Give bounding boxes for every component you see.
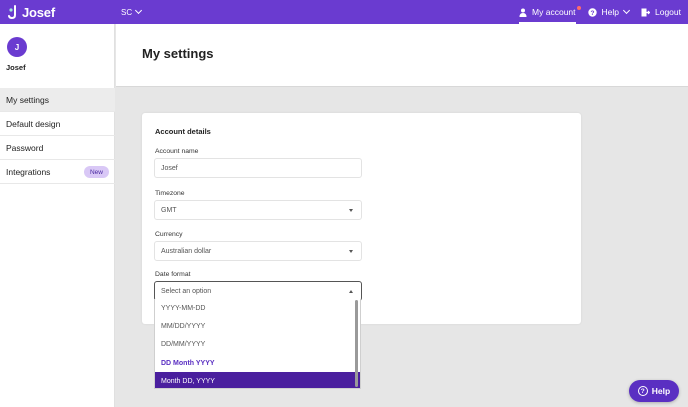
my-account-label: My account bbox=[532, 7, 576, 17]
date-format-option[interactable]: DD/MM/YYYY bbox=[155, 336, 360, 354]
chevron-down-icon bbox=[622, 6, 631, 15]
date-format-select[interactable]: Select an option bbox=[154, 281, 362, 301]
help-circle-icon: ? bbox=[587, 7, 597, 17]
timezone-label: Timezone bbox=[155, 190, 185, 197]
date-format-label: Date format bbox=[155, 271, 191, 278]
avatar[interactable]: J bbox=[7, 37, 27, 57]
caret-down-icon bbox=[349, 209, 353, 212]
settings-menu: My settings Default design Password Inte… bbox=[0, 88, 115, 184]
workspace-label: SC bbox=[121, 7, 133, 17]
sidebar-item-label: Password bbox=[6, 142, 44, 153]
chevron-down-icon bbox=[135, 6, 143, 15]
logo-icon bbox=[8, 4, 16, 19]
sidebar-item-integrations[interactable]: Integrations New bbox=[0, 160, 115, 184]
top-navigation-bar: Josef SC My account ? Help Logout bbox=[0, 0, 688, 24]
currency-value: Australian dollar bbox=[161, 247, 212, 255]
currency-select[interactable]: Australian dollar bbox=[154, 241, 362, 261]
logout-button[interactable]: Logout bbox=[641, 0, 681, 24]
help-button[interactable]: ? Help bbox=[629, 380, 679, 402]
dropdown-scrollbar[interactable] bbox=[355, 300, 358, 387]
logout-icon bbox=[641, 8, 650, 16]
sidebar-item-password[interactable]: Password bbox=[0, 136, 115, 160]
help-circle-icon: ? bbox=[637, 386, 648, 396]
timezone-value: GMT bbox=[161, 206, 177, 214]
logo-text: Josef bbox=[22, 4, 55, 20]
user-icon bbox=[519, 8, 527, 17]
user-name: Josef bbox=[6, 63, 26, 72]
svg-text:?: ? bbox=[590, 10, 594, 17]
sidebar: J Josef My settings Default design Passw… bbox=[0, 24, 115, 407]
card-title: Account details bbox=[155, 127, 211, 136]
date-format-option[interactable]: DD Month YYYY bbox=[155, 354, 360, 372]
sidebar-item-my-settings[interactable]: My settings bbox=[0, 88, 115, 112]
help-button-label: Help bbox=[651, 386, 671, 396]
account-name-label: Account name bbox=[155, 148, 199, 155]
new-badge: New bbox=[83, 166, 109, 178]
timezone-select[interactable]: GMT bbox=[154, 200, 362, 220]
date-format-placeholder: Select an option bbox=[161, 287, 212, 295]
sidebar-item-label: My settings bbox=[6, 94, 49, 105]
help-menu[interactable]: ? Help bbox=[587, 0, 631, 24]
my-account-menu[interactable]: My account bbox=[519, 0, 581, 24]
help-label: Help bbox=[601, 7, 619, 17]
notification-dot bbox=[576, 6, 581, 10]
date-format-options: YYYY-MM-DD MM/DD/YYYY DD/MM/YYYY DD Mont… bbox=[154, 299, 361, 389]
page-header: My settings bbox=[116, 24, 688, 87]
currency-label: Currency bbox=[155, 231, 183, 238]
date-format-option[interactable]: Month DD, YYYY bbox=[155, 372, 360, 388]
account-name-value: Josef bbox=[161, 164, 178, 172]
page-title: My settings bbox=[142, 46, 214, 61]
caret-up-icon bbox=[349, 290, 353, 293]
caret-down-icon bbox=[349, 250, 353, 253]
account-details-card: Account details Account name Josef Timez… bbox=[142, 113, 581, 324]
account-name-input[interactable]: Josef bbox=[154, 158, 362, 178]
logout-label: Logout bbox=[655, 7, 681, 17]
date-format-option[interactable]: YYYY-MM-DD bbox=[155, 299, 360, 317]
date-format-option[interactable]: MM/DD/YYYY bbox=[155, 317, 360, 335]
sidebar-item-default-design[interactable]: Default design bbox=[0, 112, 115, 136]
sidebar-item-label: Default design bbox=[6, 118, 61, 129]
josef-logo[interactable]: Josef bbox=[8, 3, 55, 21]
workspace-selector[interactable]: SC bbox=[121, 0, 143, 24]
sidebar-item-label: Integrations bbox=[6, 166, 51, 177]
